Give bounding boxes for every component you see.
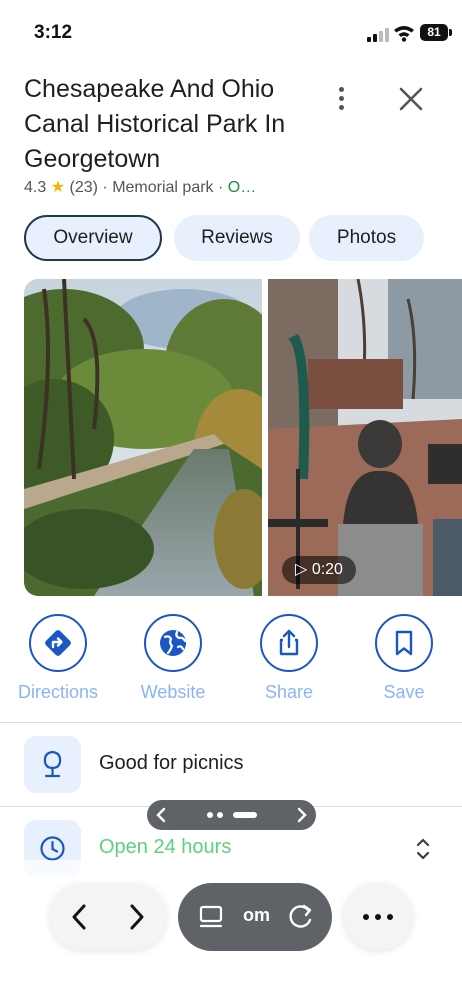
place-category: Memorial park [112, 179, 214, 196]
back-button[interactable] [55, 890, 105, 944]
tab-photos[interactable]: Photos [309, 215, 424, 261]
directions-label: Directions [17, 682, 99, 702]
bookmark-icon [395, 630, 413, 656]
video-duration-badge: ▷ 0:20 [282, 556, 356, 584]
video-duration: 0:20 [311, 561, 343, 578]
more-options-icon[interactable] [330, 84, 352, 116]
share-label: Share [264, 682, 314, 702]
tab-reviews[interactable]: Reviews [174, 215, 300, 261]
website-button[interactable]: Website [123, 614, 223, 703]
save-label: Save [383, 682, 425, 702]
divider [0, 722, 462, 723]
chevron-right-icon [297, 807, 307, 823]
close-icon[interactable] [396, 84, 426, 114]
expand-chevron-icon[interactable] [413, 836, 433, 862]
amenity-text: Good for picnics [99, 752, 244, 774]
statue-video-thumbnail[interactable] [268, 279, 462, 596]
tab-overview[interactable]: Overview [24, 215, 162, 261]
forward-button[interactable] [112, 890, 162, 944]
globe-icon [160, 630, 187, 656]
canal-photo[interactable] [24, 279, 262, 596]
review-count[interactable]: (23) [70, 179, 98, 196]
status-time: 3:12 [34, 22, 73, 43]
website-label: Website [140, 682, 206, 702]
directions-button[interactable]: Directions [8, 614, 108, 703]
share-button[interactable]: Share [239, 614, 339, 703]
share-icon [279, 629, 299, 656]
directions-icon [45, 630, 71, 656]
url-text: om [243, 905, 270, 925]
separator-dot: · [102, 179, 113, 196]
status-bar: 3:12 81 [0, 0, 462, 66]
more-horizontal-icon [363, 914, 393, 920]
save-button[interactable]: Save [354, 614, 454, 703]
more-menu-button[interactable] [344, 884, 412, 950]
hours-status: O… [227, 179, 257, 196]
play-icon: ▷ [295, 561, 308, 578]
reload-icon [289, 904, 312, 928]
wifi-icon [394, 26, 414, 42]
rating-value: 4.3 [24, 179, 47, 196]
hours-text[interactable]: Open 24 hours [99, 836, 231, 859]
place-title: Chesapeake And Ohio Canal Historical Par… [24, 75, 286, 173]
battery-indicator: 81 [420, 24, 452, 41]
cellular-signal-icon [367, 28, 389, 42]
page-switcher[interactable] [147, 800, 316, 830]
separator-dot: · [218, 179, 228, 196]
star-icon: ★ [50, 179, 66, 196]
place-meta: 4.3 ★ (23) · Memorial park · O… [24, 177, 256, 197]
tabs-icon [199, 905, 223, 928]
tree-icon [24, 736, 81, 793]
chevron-left-icon [156, 807, 166, 823]
